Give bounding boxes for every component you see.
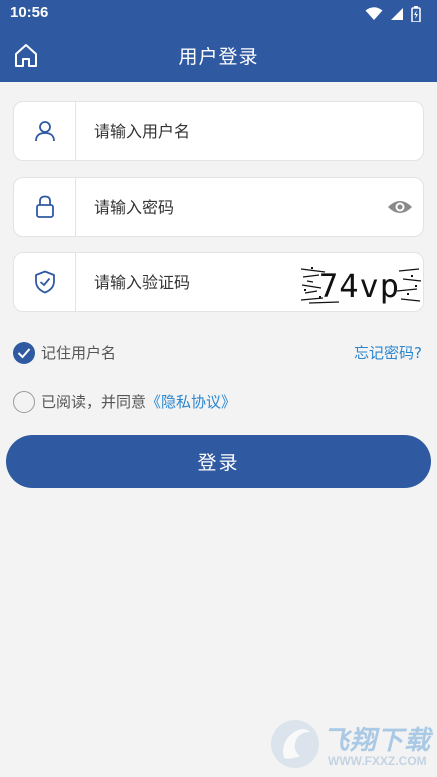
shield-check-icon: [34, 270, 55, 294]
watermark-text: 飞翔下载: [323, 726, 432, 756]
forgot-password-link[interactable]: 忘记密码?: [354, 342, 422, 363]
password-field: [13, 177, 424, 237]
user-icon: [34, 121, 55, 142]
username-field: [13, 101, 424, 161]
privacy-link[interactable]: 《隐私协议》: [146, 393, 236, 411]
remember-label: 记住用户名: [41, 344, 117, 362]
password-input[interactable]: [94, 178, 304, 236]
status-bar: 10:56: [0, 0, 437, 28]
captcha-field: 74vp: [13, 252, 424, 312]
username-input[interactable]: [94, 102, 304, 160]
wifi-icon: [365, 7, 383, 20]
agree-row: 已阅读，并同意《隐私协议》: [13, 389, 424, 415]
remember-checkbox[interactable]: [13, 342, 35, 364]
signal-icon: [391, 8, 403, 20]
captcha-input[interactable]: [94, 253, 304, 311]
username-icon-cell: [14, 102, 76, 160]
eye-icon: [388, 201, 412, 213]
show-password-button[interactable]: [387, 196, 413, 218]
watermark-url: WWW.FXXZ.COM: [328, 754, 427, 768]
agree-checkbox[interactable]: [13, 391, 35, 413]
battery-icon: [411, 6, 421, 22]
page-title: 用户登录: [178, 46, 259, 68]
password-icon-cell: [14, 178, 76, 236]
captcha-image[interactable]: 74vp: [299, 263, 423, 305]
agree-text: 已阅读，并同意《隐私协议》: [41, 391, 236, 412]
captcha-icon-cell: [14, 253, 76, 311]
check-icon: [17, 348, 31, 359]
status-icons: [365, 5, 421, 23]
watermark: 飞翔下载 WWW.FXXZ.COM: [268, 716, 433, 774]
login-button[interactable]: 登录: [6, 435, 431, 488]
watermark-logo: [271, 720, 319, 768]
app-bar: 用户登录: [0, 28, 437, 82]
status-time: 10:56: [10, 4, 49, 21]
lock-icon: [35, 195, 54, 218]
remember-row: 记住用户名 忘记密码?: [13, 340, 424, 366]
captcha-text: 74vp: [319, 267, 401, 305]
agree-prefix: 已阅读，并同意: [41, 393, 147, 411]
